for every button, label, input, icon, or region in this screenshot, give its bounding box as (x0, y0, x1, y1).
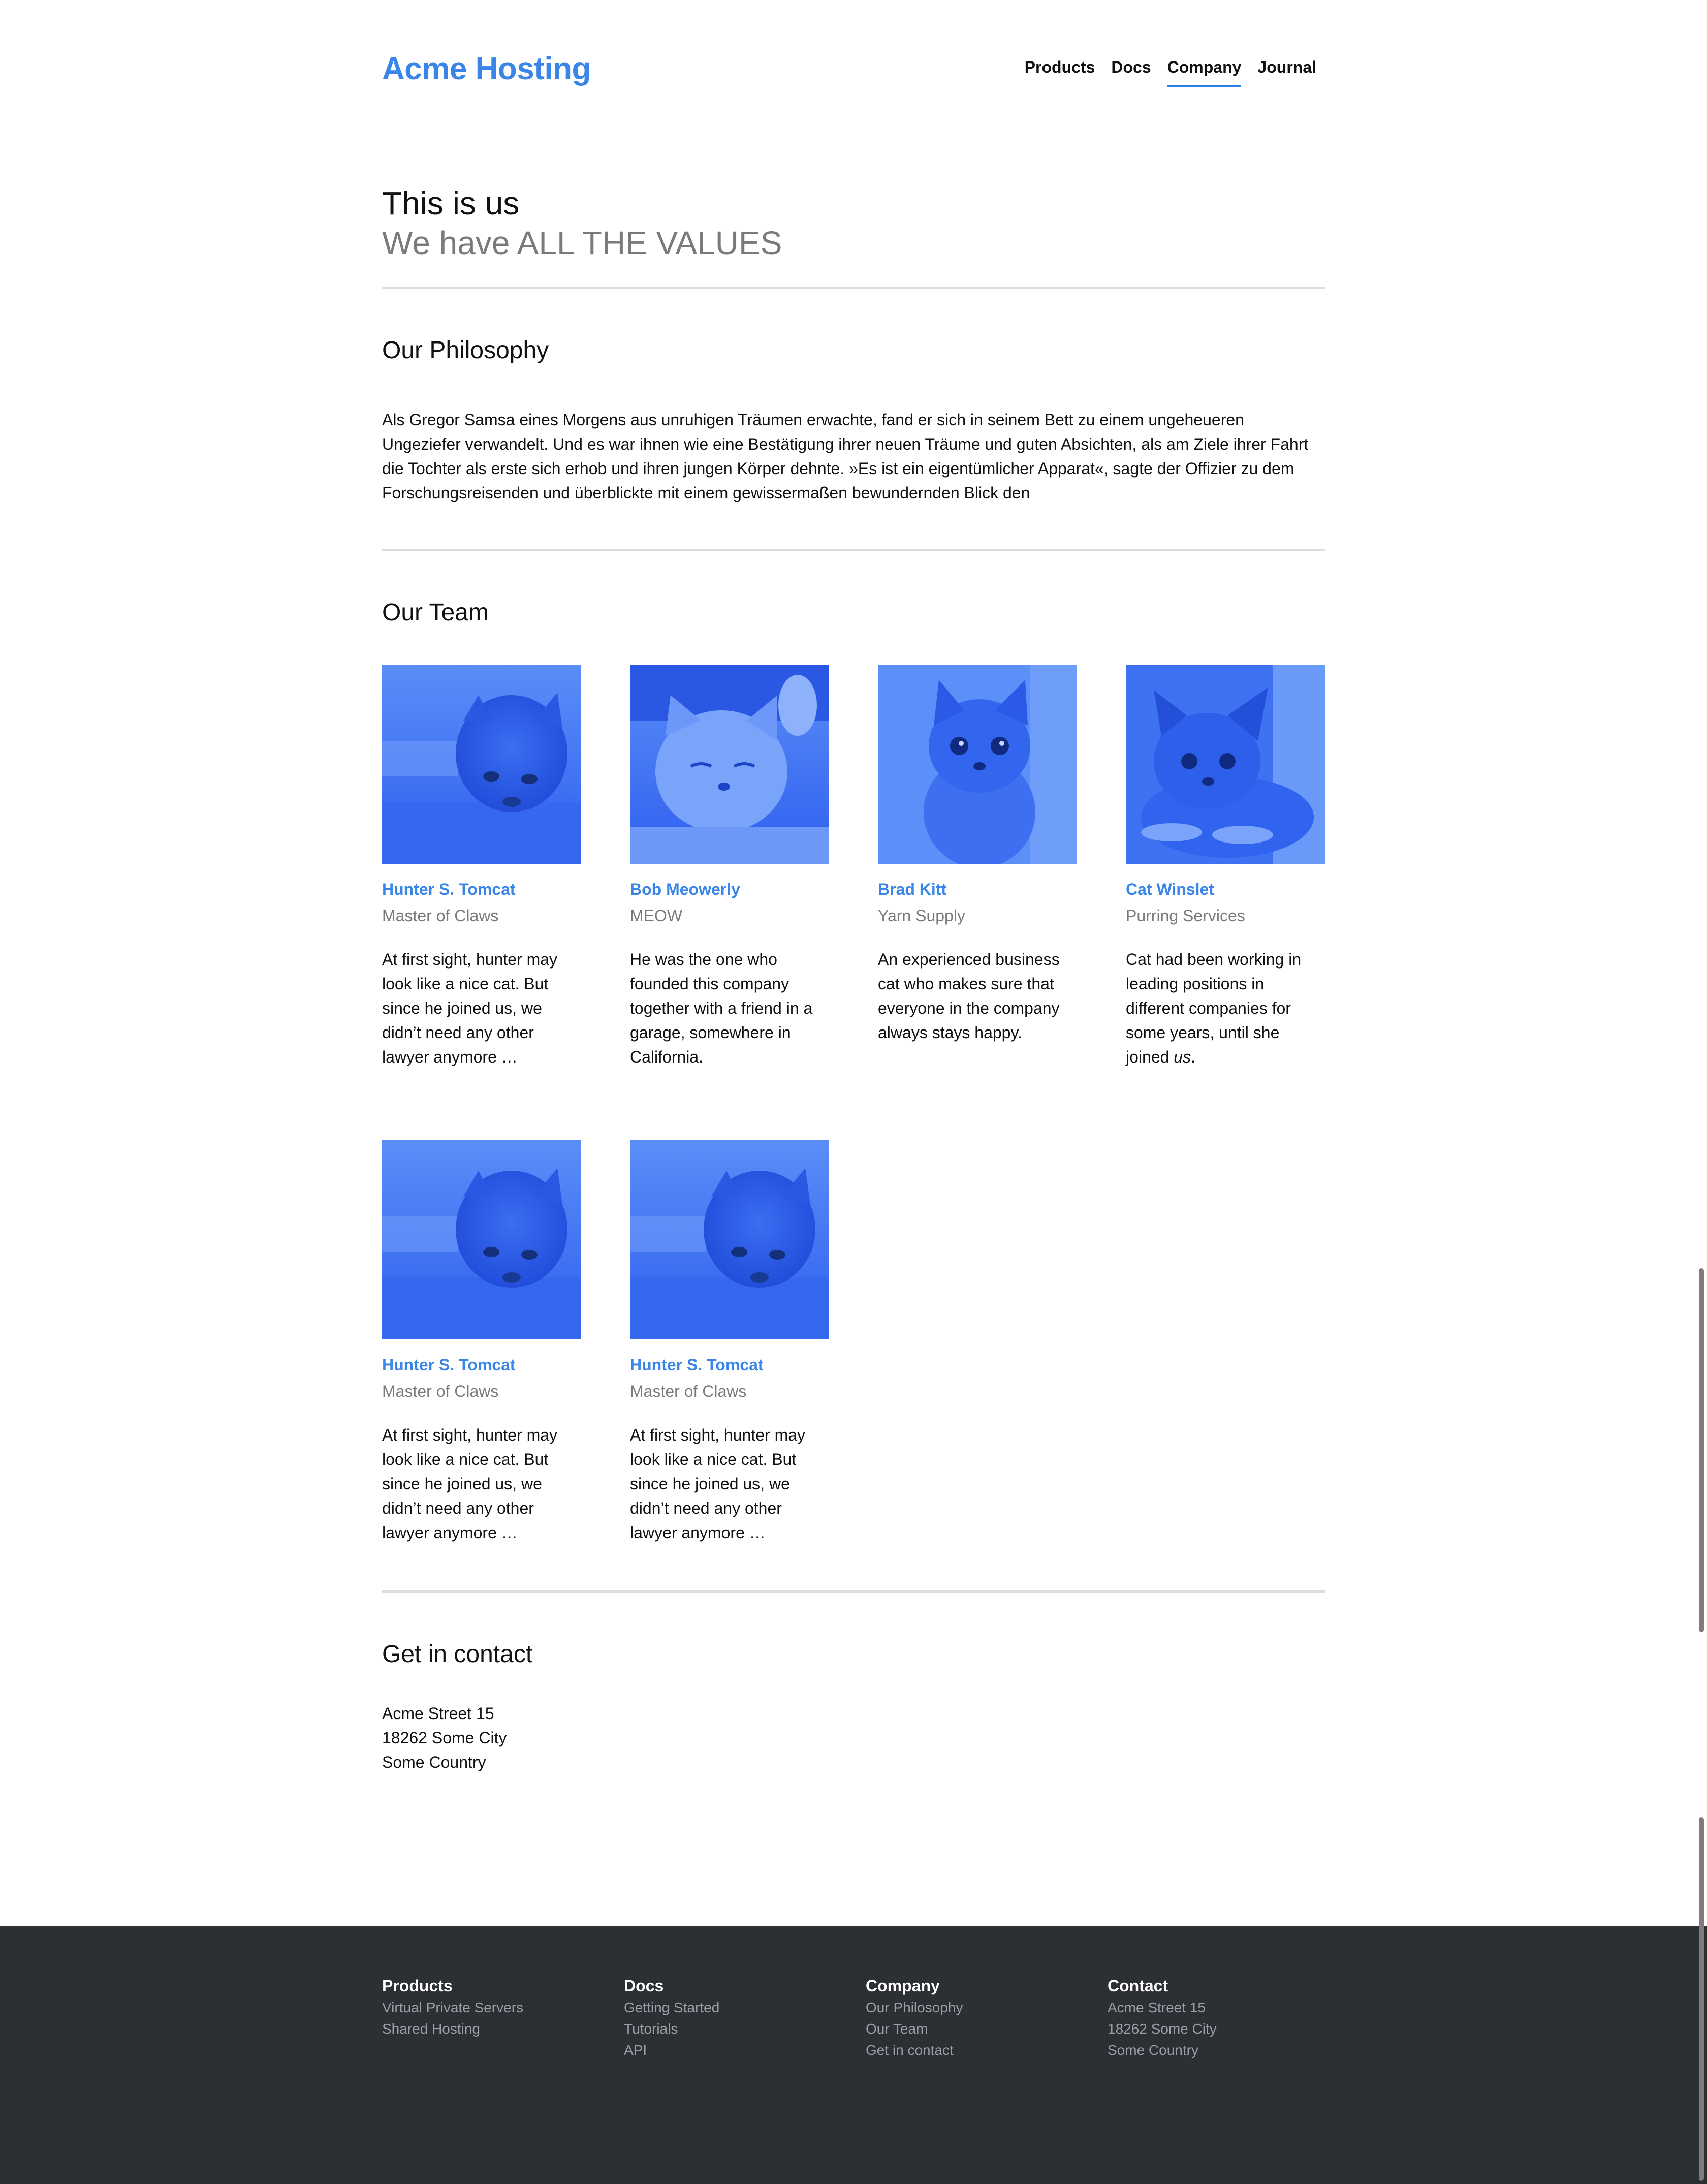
footer-col-contact: Contact Acme Street 15 18262 Some City S… (1108, 1975, 1321, 2061)
member-role: MEOW (630, 907, 683, 925)
footer-link[interactable]: Get in contact (866, 2040, 1079, 2061)
page-subtitle: We have ALL THE VALUES (382, 225, 782, 261)
main-nav: Products Docs Company Journal (1025, 49, 1316, 87)
contact-section: Get in contact Acme Street 15 18262 Some… (382, 1639, 1325, 1774)
footer-heading: Products (382, 1977, 453, 1995)
member-bio: At first sight, hunter may look like a n… (630, 1426, 806, 1542)
footer-col-docs: Docs Getting Started Tutorials API (624, 1975, 837, 2061)
member-name[interactable]: Hunter S. Tomcat (382, 879, 581, 899)
member-role: Purring Services (1126, 907, 1245, 925)
footer-link[interactable]: Our Philosophy (866, 1997, 1079, 2018)
footer-link[interactable]: Tutorials (624, 2018, 837, 2040)
site-header: Acme Hosting Products Docs Company Journ… (382, 49, 1325, 89)
member-bio: At first sight, hunter may look like a n… (382, 950, 558, 1066)
footer-col-company: Company Our Philosophy Our Team Get in c… (866, 1975, 1079, 2061)
kitten-lying-icon (1126, 665, 1325, 864)
member-name[interactable]: Hunter S. Tomcat (382, 1355, 581, 1375)
footer-heading: Contact (1108, 1977, 1168, 1995)
member-bio: He was the one who founded this company … (630, 950, 813, 1066)
member-role: Master of Claws (382, 1382, 499, 1400)
footer-heading: Docs (624, 1977, 664, 1995)
footer-link[interactable]: Shared Hosting (382, 2018, 595, 2040)
footer-link[interactable]: Our Team (866, 2018, 1079, 2040)
member-bio: An experienced business cat who makes su… (878, 950, 1060, 1042)
address-line: Some Country (382, 1753, 486, 1771)
footer-heading: Company (866, 1977, 940, 1995)
member-name[interactable]: Brad Kitt (878, 879, 1077, 899)
page-title: This is us (382, 185, 520, 222)
nav-docs[interactable]: Docs (1111, 49, 1151, 87)
member-bio: At first sight, hunter may look like a n… (382, 1426, 558, 1542)
footer-text: Acme Street 15 (1108, 2000, 1206, 2015)
team-card: Hunter S. Tomcat Master of Claws At firs… (382, 665, 581, 1069)
address-line: Acme Street 15 (382, 1704, 494, 1723)
footer-link[interactable]: Getting Started (624, 1997, 837, 2018)
divider (382, 1590, 1325, 1593)
member-bio-emphasis: us (1174, 1048, 1191, 1066)
member-role: Master of Claws (382, 907, 499, 925)
member-name[interactable]: Bob Meowerly (630, 879, 829, 899)
member-bio: Cat had been working in leading position… (1126, 947, 1325, 1069)
member-name[interactable]: Hunter S. Tomcat (630, 1355, 829, 1375)
team-section: Our Team (382, 598, 1325, 628)
divider (382, 549, 1325, 551)
philosophy-title: Our Philosophy (382, 337, 549, 364)
footer-link[interactable]: Virtual Private Servers (382, 1997, 595, 2018)
team-title: Our Team (382, 599, 489, 626)
nav-journal[interactable]: Journal (1257, 49, 1316, 87)
scrollbar-thumb[interactable] (1699, 1268, 1704, 1632)
team-card: Brad Kitt Yarn Supply An experienced bus… (878, 665, 1077, 1045)
member-name[interactable]: Cat Winslet (1126, 879, 1325, 899)
footer-text: Some Country (1108, 2042, 1198, 2058)
kitten-sniffing-icon (382, 1140, 581, 1339)
philosophy-section: Our Philosophy Als Gregor Samsa eines Mo… (382, 335, 1325, 505)
member-bio-text: Cat had been working in leading position… (1126, 950, 1302, 1066)
member-role: Master of Claws (630, 1382, 747, 1400)
hero: This is us We have ALL THE VALUES (382, 183, 1325, 262)
contact-address: Acme Street 15 18262 Some City Some Coun… (382, 1701, 1325, 1774)
address-line: 18262 Some City (382, 1729, 507, 1747)
kitten-sniffing-icon (382, 665, 581, 864)
team-card: Hunter S. Tomcat Master of Claws At firs… (630, 1140, 829, 1545)
team-card: Cat Winslet Purring Services Cat had bee… (1126, 665, 1325, 1069)
nav-products[interactable]: Products (1025, 49, 1095, 87)
philosophy-text: Als Gregor Samsa eines Morgens aus unruh… (382, 411, 1309, 502)
divider (382, 287, 1325, 289)
footer-col-products: Products Virtual Private Servers Shared … (382, 1975, 595, 2040)
footer-link[interactable]: API (624, 2040, 837, 2061)
footer-text: 18262 Some City (1108, 2021, 1217, 2037)
member-bio-end: . (1191, 1048, 1195, 1066)
kitten-sitting-icon (878, 665, 1077, 864)
member-role: Yarn Supply (878, 907, 965, 925)
kitten-sniffing-icon (630, 1140, 829, 1339)
site-logo[interactable]: Acme Hosting (382, 49, 591, 89)
contact-title: Get in contact (382, 1641, 533, 1668)
scrollbar-thumb[interactable] (1699, 1817, 1704, 2181)
site-footer: Products Virtual Private Servers Shared … (0, 1926, 1707, 2184)
team-card: Hunter S. Tomcat Master of Claws At firs… (382, 1140, 581, 1545)
kitten-sleepy-icon (630, 665, 829, 864)
team-card: Bob Meowerly MEOW He was the one who fou… (630, 665, 829, 1069)
nav-company[interactable]: Company (1167, 49, 1242, 87)
